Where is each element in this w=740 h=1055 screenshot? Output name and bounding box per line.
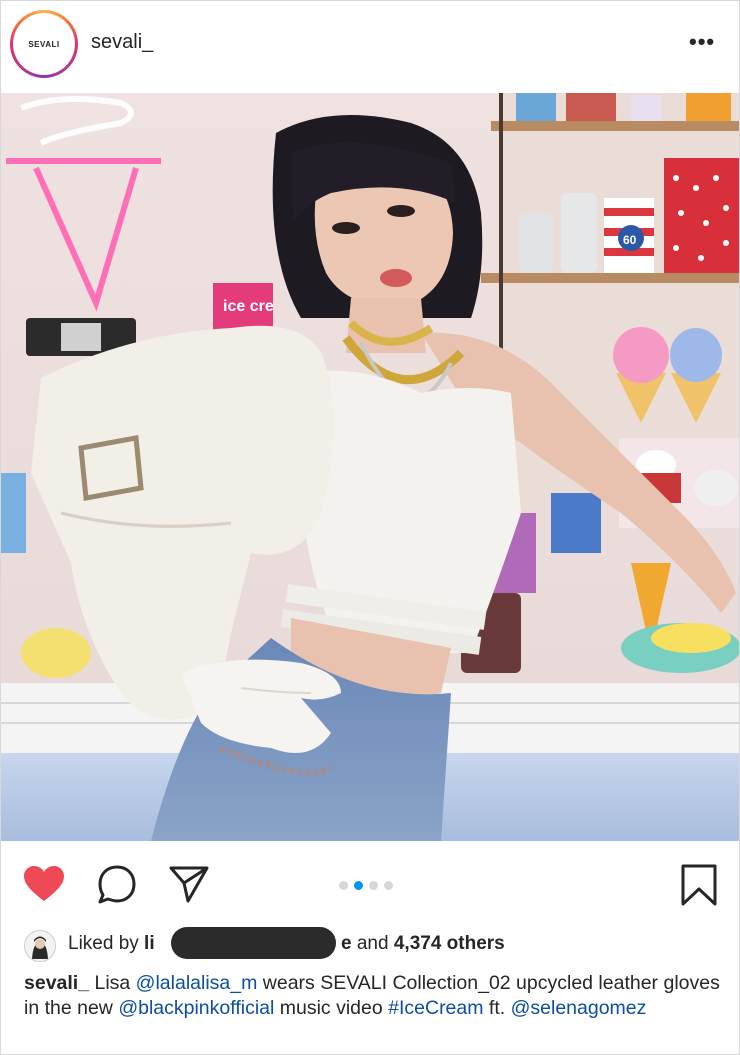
others-count[interactable]: 4,374 others [394,933,505,954]
post-username[interactable]: sevali_ [91,31,153,54]
carousel-dot[interactable] [384,881,393,890]
caption-text: ft. [483,997,511,1019]
liker-name-start[interactable]: li [144,933,155,954]
mention-link[interactable]: @blackpinkofficial [118,997,274,1019]
post-header: SEVALI sevali_ ••• [1,1,739,91]
carousel-indicator [339,881,393,890]
carousel-dot-active[interactable] [354,881,363,890]
heart-filled-icon[interactable] [23,865,65,903]
caption-text: Lisa [89,972,136,994]
hashtag-link[interactable]: #IceCream [388,997,483,1019]
liker-avatar[interactable] [24,930,56,962]
redaction-bar [171,927,336,959]
liked-by-rest: e and 4,374 others [341,933,505,955]
likes-row: Liked by li e and 4,374 others [1,926,739,962]
caption-text: music video [274,997,389,1019]
cup-label: 60 [623,233,637,247]
carousel-dot[interactable] [369,881,378,890]
profile-avatar[interactable]: SEVALI [10,10,78,78]
liked-by-and: and [351,933,394,954]
carousel-dot[interactable] [339,881,348,890]
mention-link[interactable]: @selenagomez [511,997,647,1019]
caption-username[interactable]: sevali_ [24,972,89,994]
paper-plane-icon[interactable] [168,864,210,904]
photo-illustration: 60 ice cre [1,93,739,841]
post-caption: sevali_ Lisa @lalalalisa_m wears SEVALI … [24,971,724,1021]
liker-avatar-image [25,931,55,961]
liked-by-prefix: Liked by [68,933,145,954]
shop-sign-text: ice cre [223,298,274,315]
ellipsis-icon[interactable]: ••• [689,29,715,55]
bookmark-icon[interactable] [680,863,718,907]
liked-by-text: Liked by li [68,933,155,955]
mention-link[interactable]: @lalalalisa_m [136,972,258,994]
post-card: SEVALI sevali_ ••• 60 ice cre Liked by l… [0,0,740,1055]
liker-name-end[interactable]: e [341,933,352,954]
brand-logo: SEVALI [18,18,70,70]
comment-icon[interactable] [96,864,138,906]
post-image[interactable]: 60 ice cre [1,93,739,841]
